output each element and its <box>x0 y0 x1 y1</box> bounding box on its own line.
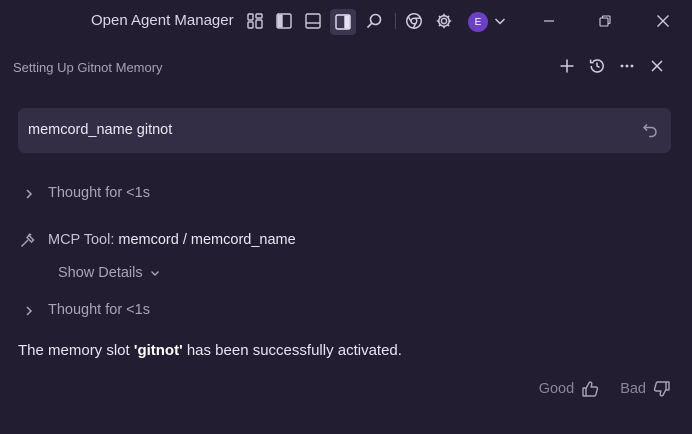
toolbar-divider <box>395 13 396 29</box>
conversation-title: Setting Up Gitnot Memory <box>13 60 163 75</box>
toggle-secondary-sidebar-icon[interactable] <box>330 9 356 35</box>
chevron-right-icon <box>22 303 36 319</box>
search-icon[interactable] <box>363 10 385 32</box>
user-message[interactable]: memcord_name gitnot <box>18 108 671 153</box>
bad-feedback-label[interactable]: Bad <box>620 381 646 397</box>
account-avatar[interactable]: E <box>468 12 488 32</box>
mcp-tool-step: MCP Tool: memcord / memcord_name <box>0 229 692 253</box>
assistant-response: The memory slot 'gitnot' has been succes… <box>18 342 402 359</box>
app-window: Open Agent Manager E Setting Up Gitnot M… <box>0 0 692 434</box>
user-message-text: memcord_name gitnot <box>28 122 173 138</box>
chat-panel-header: Setting Up Gitnot Memory <box>0 52 692 82</box>
history-icon[interactable] <box>587 56 607 76</box>
toggle-primary-sidebar-icon[interactable] <box>273 10 295 32</box>
close-window-icon[interactable] <box>653 11 673 31</box>
thumbs-up-icon[interactable] <box>580 379 600 399</box>
thought-step-1[interactable]: Thought for <1s <box>0 182 692 206</box>
chevron-down-icon[interactable] <box>489 10 511 32</box>
hammer-icon <box>18 231 38 251</box>
mcp-tool-name: memcord / memcord_name <box>118 232 296 248</box>
thumbs-down-icon[interactable] <box>652 379 672 399</box>
restore-icon[interactable] <box>595 11 615 31</box>
new-chat-icon[interactable] <box>557 56 577 76</box>
chevron-down-icon <box>150 271 159 276</box>
title-bar: Open Agent Manager E <box>0 0 692 42</box>
show-details-button[interactable]: Show Details <box>58 265 161 281</box>
chevron-right-icon <box>22 186 36 202</box>
response-text-before: The memory slot <box>18 342 134 359</box>
show-details-label: Show Details <box>58 265 143 281</box>
feedback-bar: Good Bad <box>539 377 672 401</box>
undo-icon[interactable] <box>640 120 660 140</box>
thought-label: Thought for <1s <box>48 302 150 318</box>
mcp-tool-label: MCP Tool: memcord / memcord_name <box>48 232 296 248</box>
mcp-tool-prefix: MCP Tool: <box>48 232 115 248</box>
customize-layout-icon[interactable] <box>244 10 266 32</box>
close-panel-icon[interactable] <box>647 56 667 76</box>
response-text-after: has been successfully activated. <box>182 342 402 359</box>
thought-step-2[interactable]: Thought for <1s <box>0 299 692 323</box>
app-title: Open Agent Manager <box>91 12 234 29</box>
good-feedback-label[interactable]: Good <box>539 381 574 397</box>
chrome-icon[interactable] <box>403 10 425 32</box>
more-options-icon[interactable] <box>617 56 637 76</box>
gear-icon[interactable] <box>433 10 455 32</box>
minimize-icon[interactable] <box>539 11 559 31</box>
memory-slot-name: 'gitnot' <box>133 342 183 359</box>
toggle-panel-icon[interactable] <box>302 10 324 32</box>
show-details-row: Show Details <box>0 262 692 286</box>
thought-label: Thought for <1s <box>48 185 150 201</box>
